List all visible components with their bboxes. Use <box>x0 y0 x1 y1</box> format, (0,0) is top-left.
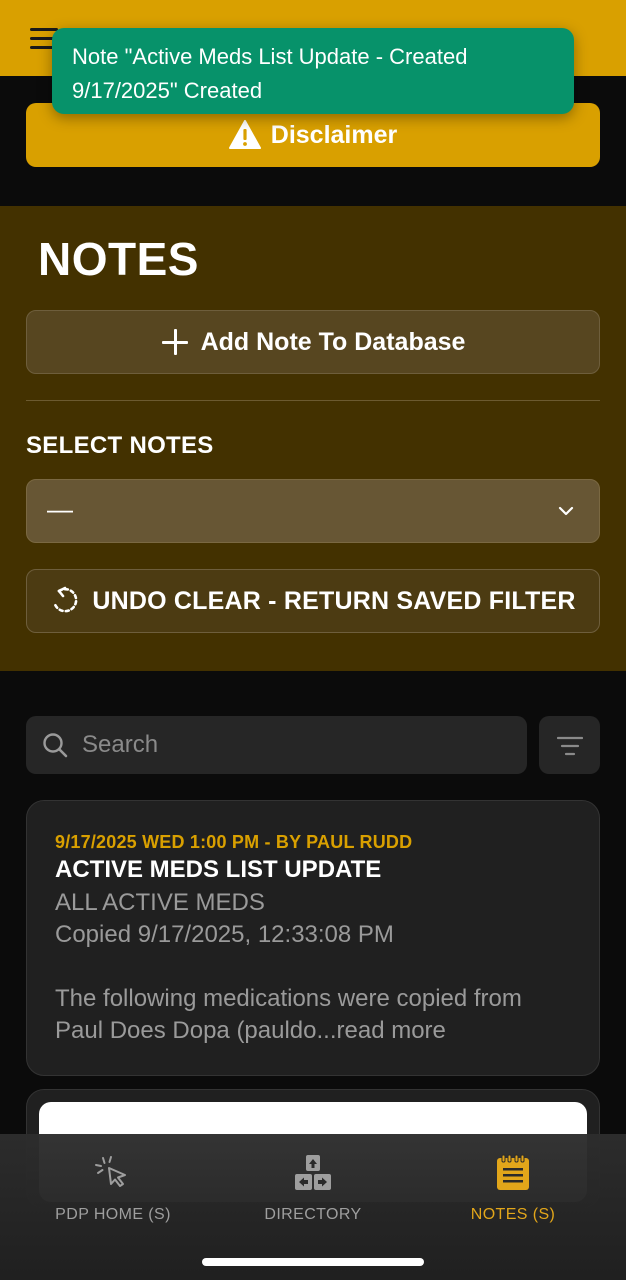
page-title: NOTES <box>38 233 199 285</box>
nav-item-directory[interactable]: DIRECTORY <box>213 1154 413 1244</box>
note-meta: 9/17/2025 WED 1:00 PM - BY PAUL RUDD <box>55 832 413 852</box>
bottom-navigation: PDP HOME (S) DIRECTORY NOTES (S) <box>0 1134 626 1280</box>
nav-label-pdp-home: PDP HOME (S) <box>55 1206 171 1223</box>
nav-item-notes[interactable]: NOTES (S) <box>413 1154 613 1244</box>
undo-clear-label: UNDO CLEAR - RETURN SAVED FILTER <box>92 586 576 615</box>
undo-clear-button[interactable]: UNDO CLEAR - RETURN SAVED FILTER <box>26 569 600 633</box>
undo-rotate-icon <box>53 586 78 613</box>
add-note-label: Add Note To Database <box>200 327 466 356</box>
add-note-button[interactable]: Add Note To Database <box>26 310 600 374</box>
arrow-keys-icon <box>295 1155 331 1190</box>
divider <box>26 400 600 401</box>
select-notes-label: SELECT NOTES <box>26 432 214 459</box>
note-card[interactable]: 9/17/2025 WED 1:00 PM - BY PAUL RUDD ACT… <box>26 800 600 1076</box>
nav-label-directory: DIRECTORY <box>264 1206 362 1223</box>
select-notes-value: — <box>47 494 73 524</box>
filter-button[interactable] <box>539 716 600 774</box>
note-body-preview[interactable]: The following medications were copied fr… <box>55 983 575 1047</box>
select-notes-dropdown[interactable]: — <box>26 479 600 543</box>
nav-item-pdp-home[interactable]: PDP HOME (S) <box>13 1154 213 1244</box>
notes-panel: NOTES Add Note To Database SELECT NOTES … <box>0 206 626 671</box>
note-subtitle: ALL ACTIVE MEDS <box>55 889 265 916</box>
note-copied-timestamp: Copied 9/17/2025, 12:33:08 PM <box>55 921 394 948</box>
search-icon <box>43 733 68 758</box>
filter-icon <box>557 736 583 756</box>
home-indicator[interactable] <box>202 1258 424 1266</box>
cursor-click-icon <box>95 1156 126 1187</box>
chevron-down-icon <box>558 506 574 516</box>
search-bar[interactable] <box>26 716 527 774</box>
notepad-icon <box>497 1154 529 1190</box>
plus-icon <box>161 328 189 356</box>
warning-triangle-icon <box>228 120 261 149</box>
nav-label-notes: NOTES (S) <box>470 1206 556 1223</box>
app-screen: Note "Active Meds List Update - Created … <box>0 0 626 1280</box>
search-input[interactable] <box>82 716 512 774</box>
note-title: ACTIVE MEDS LIST UPDATE <box>55 856 382 883</box>
disclaimer-label: Disclaimer <box>270 120 398 149</box>
toast-notification: Note "Active Meds List Update - Created … <box>52 28 574 114</box>
